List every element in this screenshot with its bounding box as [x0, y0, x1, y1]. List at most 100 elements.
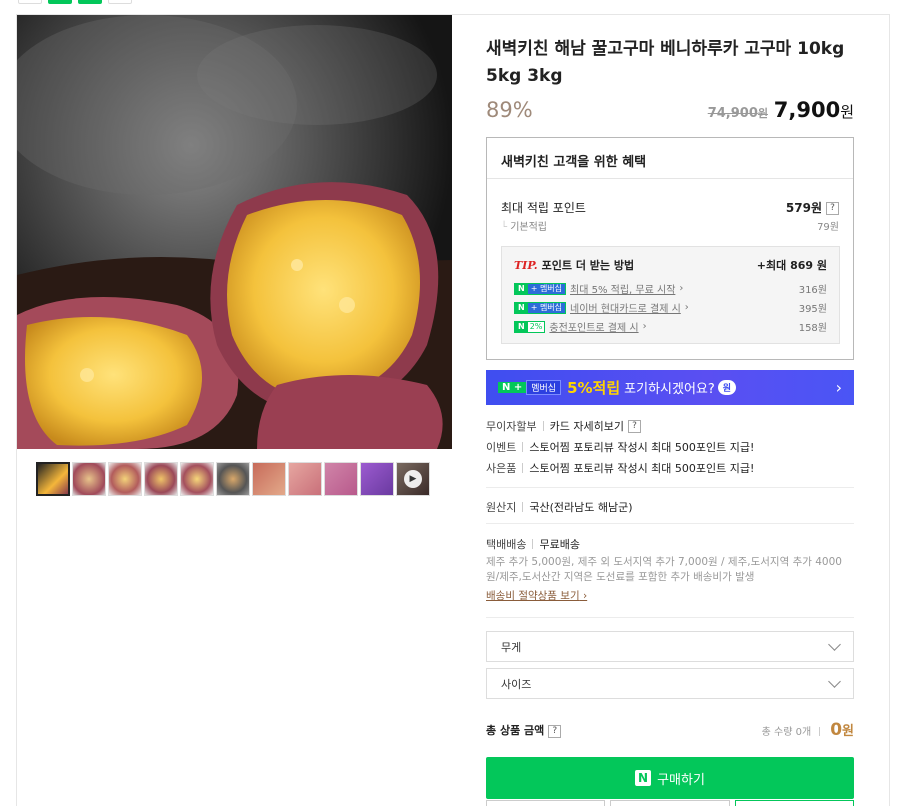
thumbnail-video[interactable]: ▶	[396, 462, 430, 496]
tip-label: 포인트 더 받는 방법	[541, 259, 635, 272]
origin-text: 국산(전라남도 해남군)	[529, 501, 633, 514]
option-label: 사이즈	[501, 677, 532, 691]
tip-item[interactable]: N + 멤버십 네이버 현대카드로 결제 시 › 395원	[514, 300, 827, 315]
banner-badge-member: 멤버십	[526, 380, 562, 395]
shipping-description: 제주 추가 5,000원, 제주 외 도서지역 추가 7,000원 / 제주,도…	[486, 556, 842, 583]
chevron-right-icon: ›	[835, 378, 842, 397]
tip-item-text[interactable]: 충전포인트로 결제 시	[549, 319, 638, 334]
top-tab[interactable]	[108, 0, 132, 4]
origin-row: 원산지 국산(전라남도 해남군)	[486, 499, 633, 515]
basic-points-value: 79원	[817, 222, 839, 233]
pay-point-badge: N 2%	[514, 320, 546, 333]
tip-item-text[interactable]: 네이버 현대카드로 결제 시	[570, 300, 681, 315]
main-product-image[interactable]	[17, 15, 452, 449]
tip-item[interactable]: N + 멤버십 최대 5% 적립, 무료 시작 › 316원	[514, 281, 827, 296]
installment-label: 무이자할부	[486, 420, 537, 433]
tip-item-value: 395원	[798, 304, 827, 315]
badge-plus: + 멤버십	[527, 283, 566, 294]
badge-n: N	[515, 321, 528, 332]
card-detail-link[interactable]: 카드 자세히보기	[550, 418, 624, 434]
shipping-saving-link[interactable]: 배송비 절약상품 보기 ›	[486, 588, 587, 603]
total-label: 총 상품 금액	[486, 724, 545, 737]
membership-badge: N + 멤버십	[498, 380, 562, 396]
secondary-button[interactable]	[486, 800, 606, 806]
shipping-saving-link-text[interactable]: 배송비 절약상품 보기	[486, 590, 580, 602]
thumbnail-4[interactable]	[144, 462, 178, 496]
max-points-label: 최대 적립 포인트	[501, 201, 586, 215]
divider	[486, 523, 854, 524]
basic-points-row: 기본적립 79원	[501, 218, 839, 233]
help-icon[interactable]: ?	[548, 724, 562, 738]
thumbnail-10[interactable]	[360, 462, 394, 496]
total-row: 총 상품 금액? 총 수량 0개 0원	[486, 720, 854, 740]
total-amount-value: 0	[830, 720, 843, 740]
thumbnail-8[interactable]	[288, 462, 322, 496]
discount-rate: 89%	[486, 98, 533, 122]
total-amount-unit: 원	[842, 724, 854, 739]
banner-text: 포기하시겠어요?	[624, 382, 715, 397]
tip-heading: TIP. 포인트 더 받는 방법 +최대 869 원	[514, 257, 827, 273]
sale-price: 7,900원	[774, 98, 854, 122]
banner-badge-n: N +	[498, 382, 527, 393]
secondary-button[interactable]	[610, 800, 730, 806]
original-price-value: 74,900	[707, 106, 758, 121]
gift-row: 사은품 스토어찜 포토리뷰 작성시 최대 500포인트 지급!	[486, 460, 754, 476]
tip-word: TIP.	[514, 259, 538, 272]
top-tab[interactable]	[78, 0, 102, 4]
event-label: 이벤트	[486, 441, 517, 454]
thumbnail-6[interactable]	[216, 462, 250, 496]
top-tab[interactable]	[48, 0, 72, 4]
divider	[486, 617, 854, 618]
help-icon[interactable]: ?	[627, 419, 641, 433]
membership-badge: N + 멤버십	[514, 282, 567, 295]
event-text: 스토어찜 포토리뷰 작성시 최대 500포인트 지급!	[529, 441, 755, 454]
thumbnail-2[interactable]	[72, 462, 106, 496]
top-tab-strip	[18, 0, 132, 4]
banner-highlight: 5%적립	[567, 379, 621, 397]
tip-box: TIP. 포인트 더 받는 방법 +최대 869 원 N + 멤버십 최대 5% 적립…	[501, 246, 840, 344]
badge-n: N	[515, 283, 528, 294]
membership-badge: N + 멤버십	[514, 301, 567, 314]
secondary-buttons	[486, 800, 854, 806]
original-price-unit: 원	[757, 107, 768, 120]
shipping-text: 무료배송	[539, 538, 580, 551]
max-points-row: 최대 적립 포인트 579원?	[501, 199, 839, 216]
naver-n-icon: N	[635, 770, 652, 786]
thumbnail-strip: ▶	[36, 462, 430, 496]
total-amount: 0원	[830, 720, 854, 740]
thumbnail-1[interactable]	[36, 462, 70, 496]
thumbnail-7[interactable]	[252, 462, 286, 496]
thumbnail-9[interactable]	[324, 462, 358, 496]
sale-price-value: 7,900	[773, 98, 841, 122]
divider	[486, 487, 854, 488]
original-price: 74,900원	[708, 105, 768, 121]
tip-item[interactable]: N 2% 충전포인트로 결제 시 › 158원	[514, 319, 827, 334]
badge-pct: 2%	[527, 321, 545, 332]
top-tab[interactable]	[18, 0, 42, 4]
thumbnail-3[interactable]	[108, 462, 142, 496]
thumbnail-5[interactable]	[180, 462, 214, 496]
basic-points-label: 기본적립	[501, 218, 547, 233]
option-label: 무게	[501, 640, 522, 654]
option-select-size[interactable]: 사이즈	[486, 668, 854, 699]
shipping-row: 택배배송 무료배송	[486, 536, 580, 552]
membership-banner[interactable]: N + 멤버십 5%적립 포기하시겠어요? 원 ›	[486, 370, 854, 405]
option-select-weight[interactable]: 무게	[486, 631, 854, 662]
banner-pill: 원	[717, 380, 737, 395]
tip-item-value: 158원	[798, 323, 827, 334]
secondary-button[interactable]	[734, 800, 854, 806]
sale-price-unit: 원	[840, 103, 854, 121]
help-icon[interactable]: ?	[826, 202, 839, 215]
gift-label: 사은품	[486, 462, 517, 475]
chevron-down-icon	[828, 637, 841, 651]
benefit-box: 새벽키친 고객을 위한 혜택 최대 적립 포인트 579원? 기본적립 79원 …	[486, 137, 854, 360]
tip-max: +최대 869 원	[756, 259, 827, 272]
tip-item-text[interactable]: 최대 5% 적립, 무료 시작	[570, 281, 675, 296]
buy-button[interactable]: N 구매하기	[486, 757, 854, 799]
badge-plus: + 멤버십	[527, 302, 566, 313]
buy-button-label: 구매하기	[657, 772, 705, 788]
max-points-value: 579원	[785, 201, 822, 215]
origin-label: 원산지	[486, 501, 517, 514]
play-icon: ▶	[404, 470, 422, 488]
chevron-down-icon	[828, 674, 841, 688]
